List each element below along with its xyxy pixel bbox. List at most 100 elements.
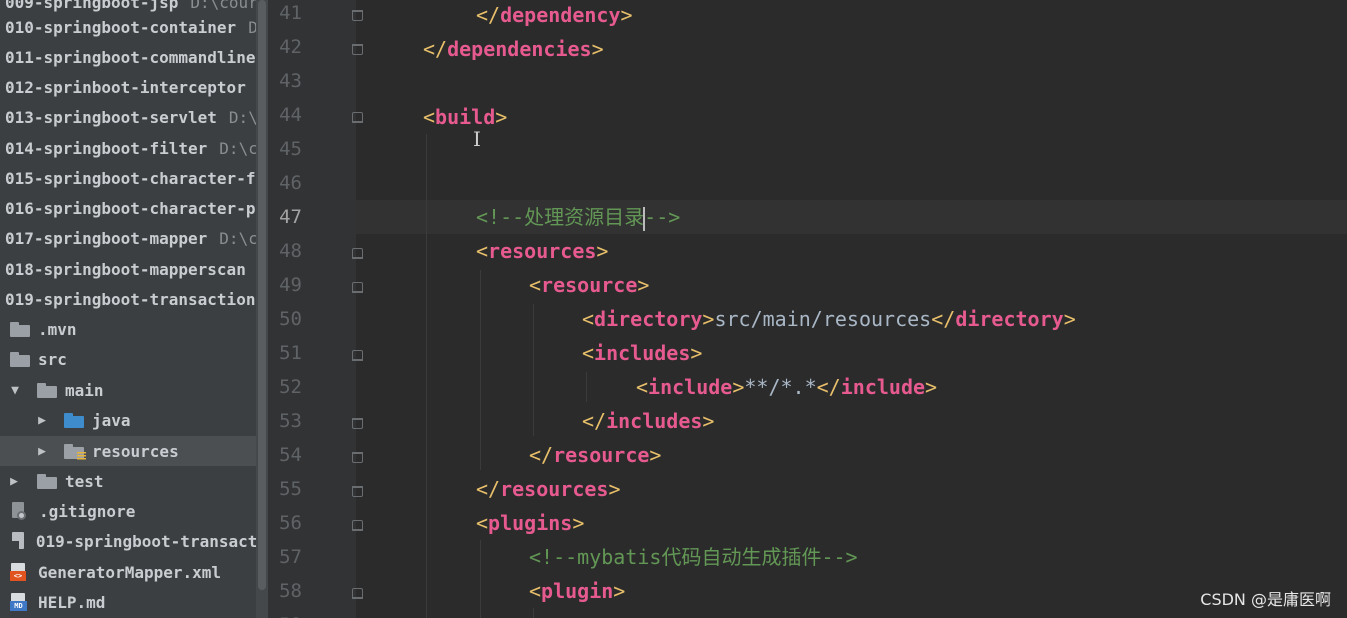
module-name: 015-springboot-character-fi (5, 168, 266, 188)
fold-start-icon[interactable] (352, 350, 363, 361)
tree-item-mvn[interactable]: .mvn (0, 314, 266, 344)
tree-item-resources[interactable]: ▶ resources (0, 436, 268, 466)
tree-item-help-md[interactable]: MD HELP.md (0, 587, 266, 617)
tree-item-module[interactable]: 017-springboot-mapper D:\co (0, 223, 267, 253)
sidebar-scrollbar-thumb[interactable] (258, 0, 266, 590)
tree-item-label: main (65, 380, 104, 400)
line-number: 49 (279, 274, 302, 296)
tree-item-label: test (65, 471, 104, 491)
code-line-55: </resources> (476, 477, 621, 501)
resources-folder-icon (64, 443, 86, 460)
current-line-highlight (268, 200, 1347, 234)
tree-item-test[interactable]: ▶ test (0, 466, 262, 496)
line-number: 52 (279, 376, 302, 398)
tree-item-module[interactable]: 011-springboot-commandliner (0, 42, 265, 72)
indent-guide (480, 270, 481, 470)
line-number: 55 (279, 478, 302, 500)
tree-item-module[interactable]: 015-springboot-character-fi (0, 163, 265, 193)
line-number: 59 (268, 614, 302, 618)
code-line-51: <includes> (582, 341, 703, 365)
xml-file-icon: <> (10, 562, 26, 582)
code-line-44: <build> (423, 105, 508, 129)
code-line-41: </dependency> (476, 3, 633, 27)
code-line-58: <plugin> (529, 579, 626, 603)
tree-item-label: src (38, 349, 67, 369)
code-line-56: <plugins> (476, 511, 585, 535)
tree-item-gitignore[interactable]: .gitignore (0, 496, 267, 526)
module-name: 012-sprinboot-interceptor (5, 77, 246, 97)
code-line-49: <resource> (529, 273, 650, 297)
chevron-right-icon[interactable]: ▶ (6, 474, 22, 489)
line-number: 58 (279, 580, 302, 602)
fold-end-icon[interactable] (352, 418, 363, 429)
tree-item-label: resources (92, 441, 179, 461)
tree-item-generator-mapper[interactable]: <> GeneratorMapper.xml (0, 557, 266, 587)
line-number-current: 47 (279, 206, 302, 228)
chevron-right-icon[interactable]: ▶ (34, 413, 50, 428)
tree-item-label: java (92, 410, 131, 430)
module-name: 018-springboot-mapperscan (5, 259, 246, 279)
tree-item-module[interactable]: 014-springboot-filter D:\co (0, 133, 267, 163)
tree-item-src[interactable]: src (0, 344, 266, 374)
fold-end-icon[interactable] (352, 486, 363, 497)
fold-end-icon[interactable] (352, 44, 363, 55)
folder-icon (37, 473, 57, 489)
line-number: 51 (279, 342, 302, 364)
module-name: 011-springboot-commandliner (5, 47, 266, 67)
project-tree-panel: 009-springboot-jsp D:\cour 010-springboo… (0, 0, 268, 618)
line-number: 43 (279, 70, 302, 92)
code-line-52: <include>**/*.*</include> (636, 375, 938, 399)
tree-item-module[interactable]: 010-springboot-container D: (0, 12, 267, 42)
line-number: 48 (279, 240, 302, 262)
tree-item-pom[interactable]: 019-springboot-transacti (0, 526, 267, 556)
fold-start-icon[interactable] (352, 282, 363, 293)
fold-start-icon[interactable] (352, 248, 363, 259)
code-editor[interactable]: 41 42 43 44 45 46 47 48 49 50 51 52 53 5… (268, 0, 1347, 618)
line-number: 56 (279, 512, 302, 534)
fold-end-icon[interactable] (352, 10, 363, 21)
tree-item-module[interactable]: 012-sprinboot-interceptor I (0, 72, 267, 102)
source-folder-icon (64, 412, 84, 428)
gitignore-file-icon (11, 501, 27, 521)
line-number: 50 (279, 308, 302, 330)
tree-item-java[interactable]: ▶ java (0, 405, 268, 435)
fold-end-icon[interactable] (352, 452, 363, 463)
tree-item-module[interactable]: 016-springboot-character-pr (0, 193, 265, 223)
chevron-right-icon[interactable]: ▶ (34, 444, 50, 459)
fold-start-icon[interactable] (352, 112, 363, 123)
line-number: 41 (279, 2, 302, 24)
line-number: 46 (279, 172, 302, 194)
folder-icon (10, 351, 30, 367)
module-name: 017-springboot-mapper (5, 228, 208, 248)
tree-item-module[interactable]: 019-springboot-transactiona (0, 284, 265, 314)
indent-guide (480, 540, 481, 618)
tree-item-label: .mvn (38, 319, 77, 339)
module-path: D:\cour (190, 0, 258, 12)
code-line-50: <directory>src/main/resources</directory… (582, 307, 1076, 331)
chevron-down-icon[interactable]: ▼ (7, 383, 23, 398)
tree-item-module[interactable]: 018-springboot-mapperscan I (0, 254, 267, 284)
fold-start-icon[interactable] (352, 588, 363, 599)
markdown-file-icon: MD (10, 592, 27, 612)
indent-guide (426, 134, 427, 618)
module-name: 019-springboot-transactiona (5, 289, 266, 309)
module-name: 009-springboot-jsp (5, 0, 179, 12)
tree-item-main[interactable]: ▼ main (0, 375, 263, 405)
tree-item-label: 019-springboot-transacti (35, 531, 267, 551)
line-number: 44 (279, 104, 302, 126)
module-name: 013-springboot-servlet (5, 107, 217, 127)
fold-start-icon[interactable] (352, 520, 363, 531)
module-name: 016-springboot-character-pr (5, 198, 266, 218)
code-line-57: <!--mybatis代码自动生成插件--> (529, 545, 858, 569)
tree-item-label: GeneratorMapper.xml (38, 562, 222, 582)
module-name: 010-springboot-container (5, 17, 237, 37)
mouse-ibeam-cursor-icon: I (473, 127, 481, 151)
indent-guide (533, 608, 534, 618)
watermark: CSDN @是庸医啊 (1200, 590, 1331, 609)
line-number: 57 (279, 546, 302, 568)
code-line-54: </resource> (529, 443, 662, 467)
code-line-47: <!--处理资源目录--> (476, 205, 681, 231)
line-number: 45 (279, 138, 302, 160)
tree-item-module[interactable]: 013-springboot-servlet D:\c (0, 102, 267, 132)
folder-icon (10, 321, 30, 337)
